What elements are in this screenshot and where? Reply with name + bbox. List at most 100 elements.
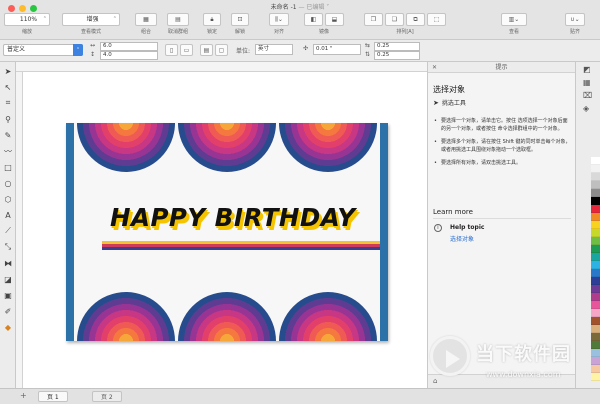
birthday-card[interactable]: HAPPY BIRTHDAY bbox=[66, 123, 388, 341]
hint-bullet: 要选择一个对象，请单击它。按住 选项选择一个对象后面的另一个对象，或者按住 命令… bbox=[433, 117, 571, 133]
group-icon: ▦ bbox=[143, 16, 149, 23]
color-swatch[interactable] bbox=[591, 253, 600, 261]
ungroup-icon: ▤ bbox=[175, 16, 181, 23]
text-tool[interactable]: A bbox=[2, 209, 14, 221]
color-swatch[interactable] bbox=[591, 285, 600, 293]
ellipse-tool[interactable]: ○ bbox=[2, 177, 14, 189]
page-width-field[interactable]: 6.0 bbox=[100, 42, 158, 51]
rectangle-tool[interactable]: □ bbox=[2, 161, 14, 173]
freehand-tool[interactable]: ✎ bbox=[2, 129, 14, 141]
transparency-tool[interactable]: ◪ bbox=[2, 273, 14, 285]
hint-bullet: 要选择所有对象，请双击挑选工具。 bbox=[433, 159, 571, 167]
group-button[interactable]: ▦ bbox=[135, 13, 157, 26]
portrait-button[interactable]: ▯ bbox=[165, 44, 178, 56]
portrait-icon: ▯ bbox=[169, 46, 174, 54]
color-swatch[interactable] bbox=[591, 197, 600, 205]
crop-tool[interactable]: ⌗ bbox=[2, 97, 14, 109]
help-topic-link[interactable]: 选择对象 bbox=[450, 234, 474, 243]
page-tab-2[interactable]: 页 2 bbox=[92, 391, 122, 402]
mirror-horizontal-icon: ◧ bbox=[310, 16, 317, 23]
color-swatch[interactable] bbox=[591, 301, 600, 309]
color-swatch[interactable] bbox=[591, 269, 600, 277]
hint-bullets: 要选择一个对象，请单击它。按住 选项选择一个对象后面的另一个对象，或者按住 命令… bbox=[433, 117, 571, 172]
pointer-icon: ➤ bbox=[433, 98, 439, 107]
blend-tool[interactable]: ⧓ bbox=[2, 257, 14, 269]
color-swatch[interactable] bbox=[591, 261, 600, 269]
vertical-ruler[interactable] bbox=[16, 72, 23, 388]
unlock-icon: ⊡ bbox=[237, 16, 243, 23]
mirror-vertical-button[interactable]: ⬓ bbox=[325, 13, 344, 26]
color-swatch[interactable] bbox=[591, 205, 600, 213]
units-select[interactable]: 英寸 bbox=[255, 44, 293, 55]
info-icon: i bbox=[434, 224, 442, 232]
duplicate-y-icon: ⇅ bbox=[365, 51, 371, 58]
color-swatch[interactable] bbox=[591, 237, 600, 245]
color-swatch[interactable] bbox=[591, 293, 600, 301]
nudge-distance-field[interactable]: 0.01 " bbox=[313, 44, 361, 55]
color-swatch[interactable] bbox=[591, 157, 600, 165]
page-tab-1[interactable]: 页 1 bbox=[38, 391, 68, 402]
color-swatch[interactable] bbox=[591, 277, 600, 285]
unlock-button[interactable]: ⊡ bbox=[231, 13, 249, 26]
artistic-media-tool[interactable]: 〰 bbox=[2, 145, 14, 157]
lock-button[interactable]: 🔒︎ bbox=[203, 13, 221, 26]
stripe-navy bbox=[102, 247, 380, 250]
align-button[interactable]: ⫼⌄ bbox=[269, 13, 289, 26]
properties-docker-icon[interactable]: ▦ bbox=[583, 78, 591, 87]
duplicate-y-field[interactable]: 0.25 bbox=[374, 51, 420, 60]
duplicate-x-icon: ⇆ bbox=[365, 42, 371, 49]
color-swatch[interactable] bbox=[591, 325, 600, 333]
page-preset-select[interactable]: 普定义 ⌃ bbox=[3, 44, 83, 56]
all-pages-button[interactable]: ▤ bbox=[200, 44, 213, 56]
color-swatch[interactable] bbox=[591, 245, 600, 253]
current-page-button[interactable]: ▢ bbox=[215, 44, 228, 56]
arch-top-left bbox=[77, 123, 175, 172]
arch-bottom-center bbox=[178, 292, 276, 341]
color-swatch[interactable] bbox=[591, 165, 600, 173]
transform-docker-icon[interactable]: ⌧ bbox=[583, 91, 592, 100]
arrange-label: 排列[A] bbox=[396, 29, 414, 35]
group-control: ▦ 组合 bbox=[132, 13, 160, 37]
landscape-button[interactable]: ▭ bbox=[180, 44, 193, 56]
forward-one-button[interactable]: ⧉ bbox=[406, 13, 425, 26]
horizontal-ruler[interactable] bbox=[16, 62, 427, 72]
parallel-dimension-tool[interactable]: ⟋ bbox=[2, 225, 14, 237]
view-mode-select[interactable]: 增强 ⌃ bbox=[62, 13, 120, 26]
hints-docker-icon[interactable]: ◩ bbox=[583, 65, 591, 74]
zoom-tool[interactable]: ⚲ bbox=[2, 113, 14, 125]
page-height-field[interactable]: 4.0 bbox=[100, 51, 158, 60]
to-back-button[interactable]: ❏ bbox=[385, 13, 404, 26]
learn-more-heading: Learn more bbox=[433, 208, 473, 216]
ungroup-button[interactable]: ▤ bbox=[167, 13, 189, 26]
zoom-select[interactable]: 110% ⌃ bbox=[4, 13, 50, 26]
view-label: 查看 bbox=[508, 29, 519, 35]
to-front-button[interactable]: ❐ bbox=[364, 13, 383, 26]
add-page-icon[interactable]: + bbox=[20, 391, 27, 400]
interactive-fill-tool[interactable]: ▣ bbox=[2, 289, 14, 301]
view-button[interactable]: ▥⌄ bbox=[501, 13, 527, 26]
back-one-button[interactable]: ⬚ bbox=[427, 13, 446, 26]
snap-label: 贴齐 bbox=[569, 29, 580, 35]
color-swatch[interactable] bbox=[591, 181, 600, 189]
unlock-control: ⊡ 解锁 bbox=[228, 13, 252, 37]
smart-fill-tool[interactable]: ◆ bbox=[2, 321, 14, 333]
color-swatch[interactable] bbox=[591, 213, 600, 221]
eyedropper-tool[interactable]: ✐ bbox=[2, 305, 14, 317]
shape-tool[interactable]: ↖ bbox=[2, 81, 14, 93]
color-swatch[interactable] bbox=[591, 309, 600, 317]
color-swatch[interactable] bbox=[591, 229, 600, 237]
color-swatch[interactable] bbox=[591, 221, 600, 229]
close-panel-icon[interactable]: ✕ bbox=[432, 62, 437, 73]
objects-docker-icon[interactable]: ◈ bbox=[583, 104, 589, 113]
duplicate-x-field[interactable]: 0.25 bbox=[374, 42, 420, 51]
connector-tool[interactable]: ⤡ bbox=[2, 241, 14, 253]
color-swatch[interactable] bbox=[591, 173, 600, 181]
pick-tool[interactable]: ➤ bbox=[2, 65, 14, 77]
polygon-tool[interactable]: ⬡ bbox=[2, 193, 14, 205]
color-swatch[interactable] bbox=[591, 317, 600, 325]
watermark-url: www.downxia.com bbox=[486, 370, 561, 379]
mirror-horizontal-button[interactable]: ◧ bbox=[304, 13, 323, 26]
color-swatch[interactable] bbox=[591, 189, 600, 197]
rectangle-icon: □ bbox=[4, 162, 12, 172]
snap-button[interactable]: ∪⌄ bbox=[565, 13, 585, 26]
